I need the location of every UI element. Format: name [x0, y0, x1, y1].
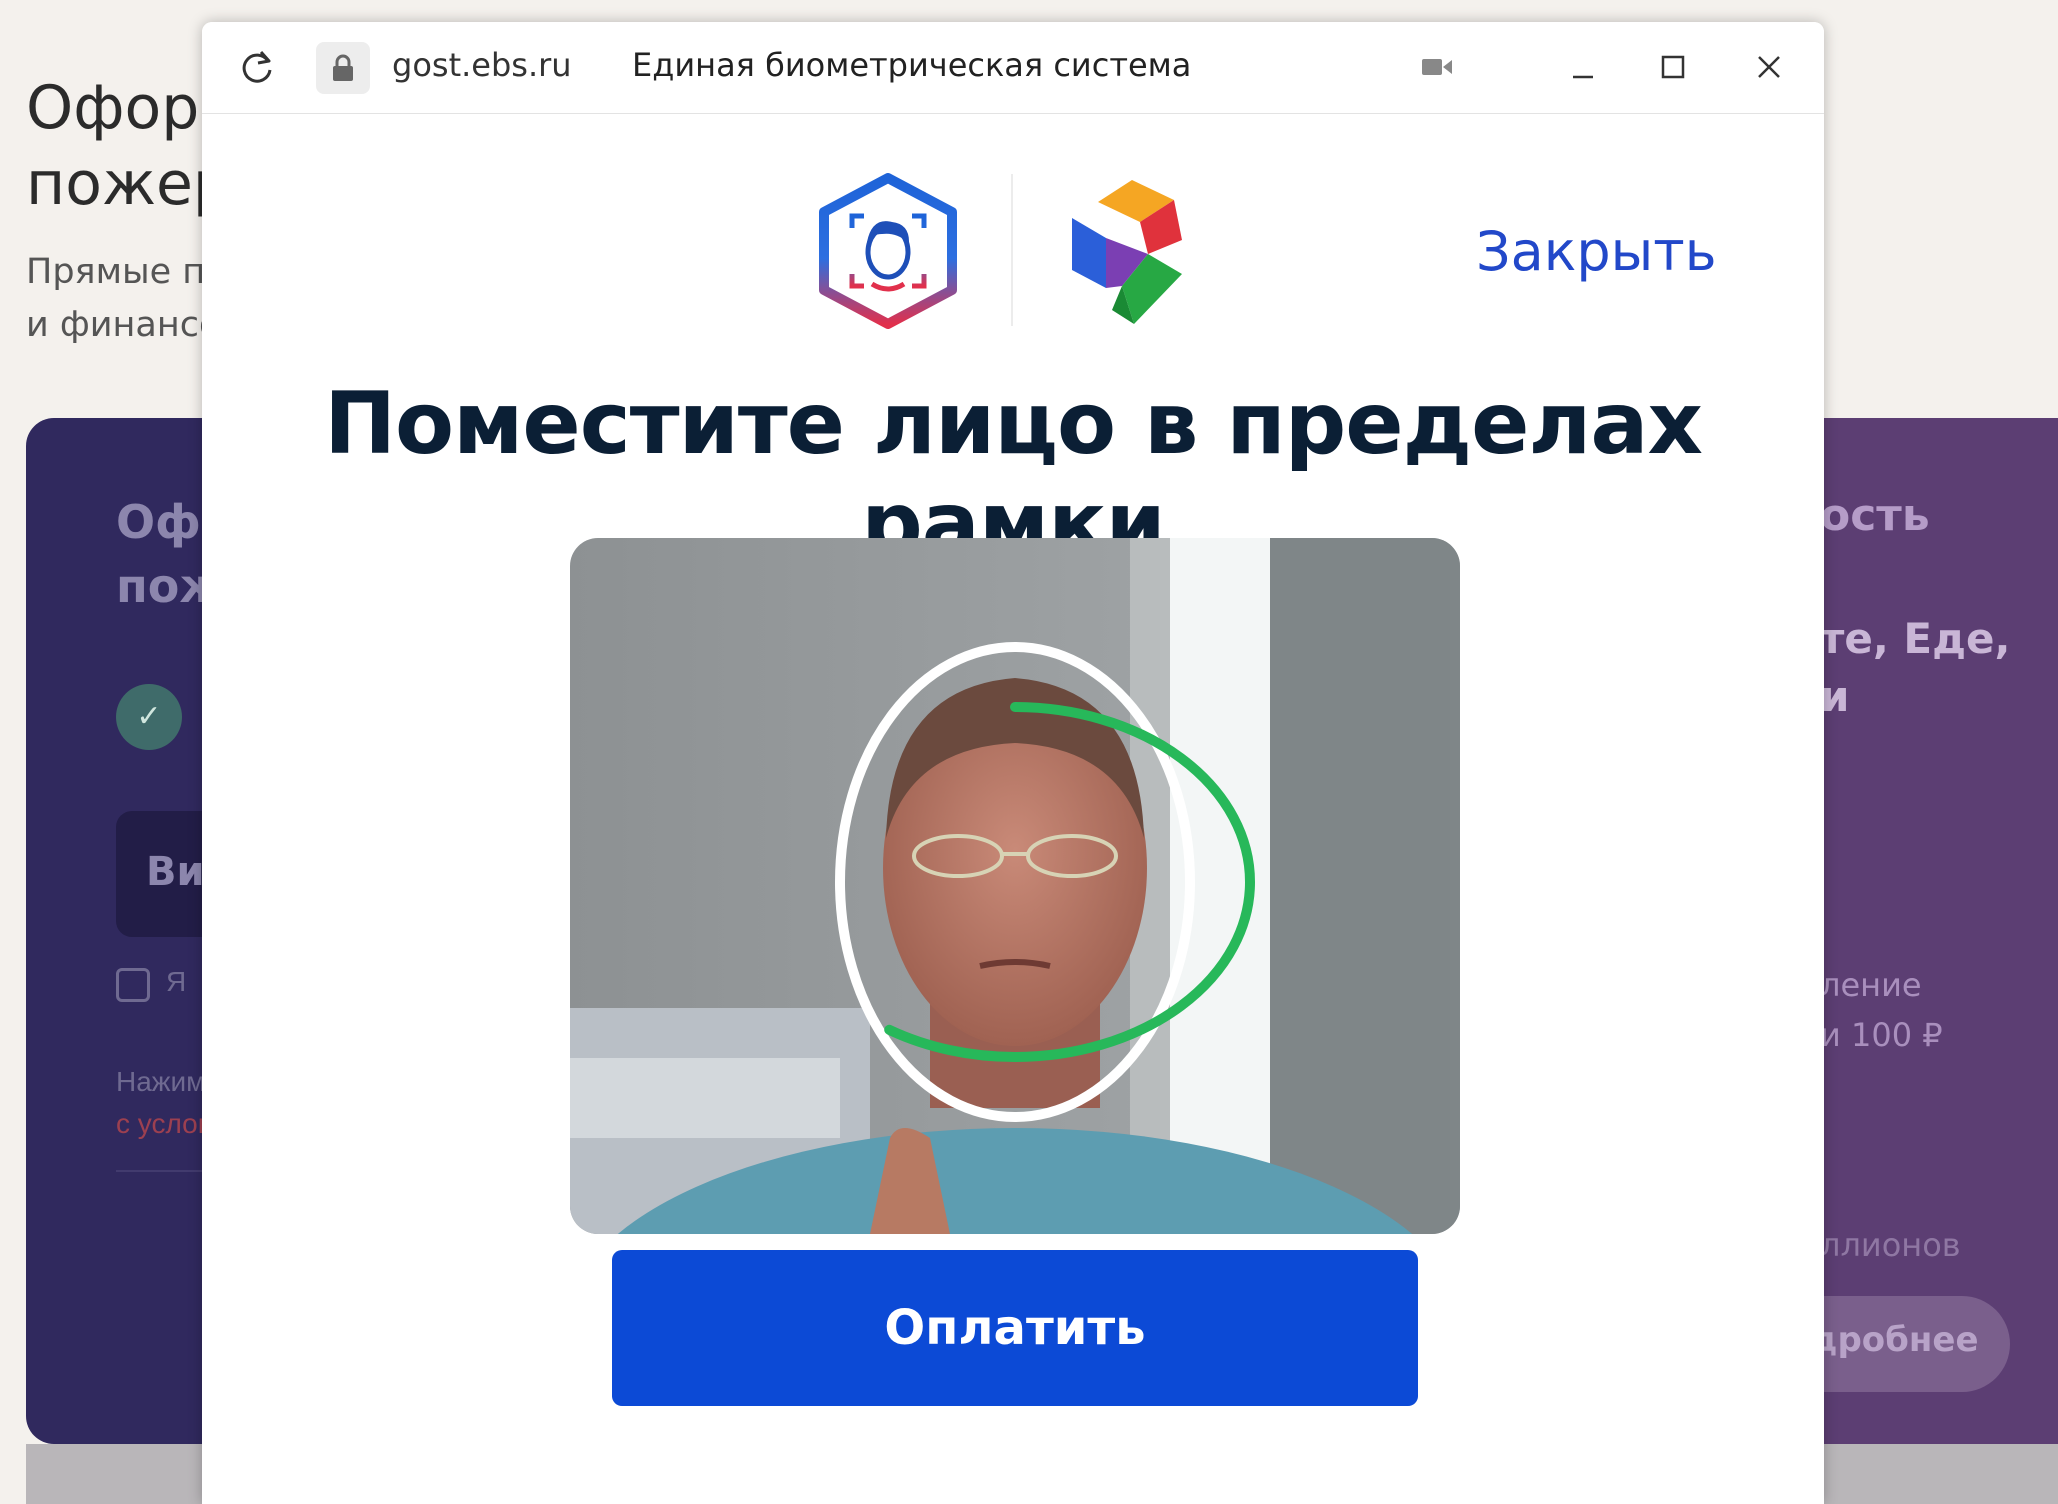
- more-button-label: дробнее: [1810, 1320, 1979, 1360]
- logo-separator: [1011, 174, 1013, 326]
- close-link[interactable]: Закрыть: [1476, 220, 1717, 283]
- ebs-logo: [819, 173, 957, 329]
- terms-text: Нажим: [116, 1066, 206, 1097]
- form-button-label: Ви: [146, 849, 205, 895]
- window-titlebar: gost.ebs.ru Единая биометрическая систем…: [202, 22, 1824, 114]
- minimize-icon[interactable]: [1560, 44, 1606, 90]
- info-card-note: ление и 100 ₽: [1820, 966, 1943, 1054]
- agree-checkbox-label: Я: [166, 966, 187, 997]
- close-icon[interactable]: [1746, 44, 1792, 90]
- face-frame: [775, 642, 1255, 1122]
- check-icon: ✓: [116, 684, 182, 750]
- agree-checkbox[interactable]: [116, 968, 150, 1002]
- camera-icon[interactable]: [1420, 56, 1454, 78]
- camera-preview: [570, 538, 1460, 1234]
- maximize-icon[interactable]: [1650, 44, 1696, 90]
- bank-logo: [1072, 180, 1182, 324]
- site-info-button[interactable]: [316, 42, 370, 94]
- face-frame-progress: [775, 702, 1255, 1062]
- info-card-title: ость: [1820, 490, 1930, 541]
- pay-button[interactable]: Оплатить: [612, 1250, 1418, 1406]
- biometric-popup-window: gost.ebs.ru Единая биометрическая систем…: [202, 22, 1824, 1504]
- info-card-stat: ллионов: [1820, 1226, 1961, 1264]
- url-text: gost.ebs.ru: [392, 46, 572, 84]
- page-subtitle: Прямые п и финансо: [26, 252, 221, 345]
- info-card-text: те, Еде, и: [1820, 614, 2011, 721]
- window-title: Единая биометрическая система: [632, 46, 1192, 84]
- lock-icon: [333, 54, 353, 81]
- terms-link[interactable]: с услов: [116, 1108, 213, 1140]
- reload-icon[interactable]: [234, 44, 280, 90]
